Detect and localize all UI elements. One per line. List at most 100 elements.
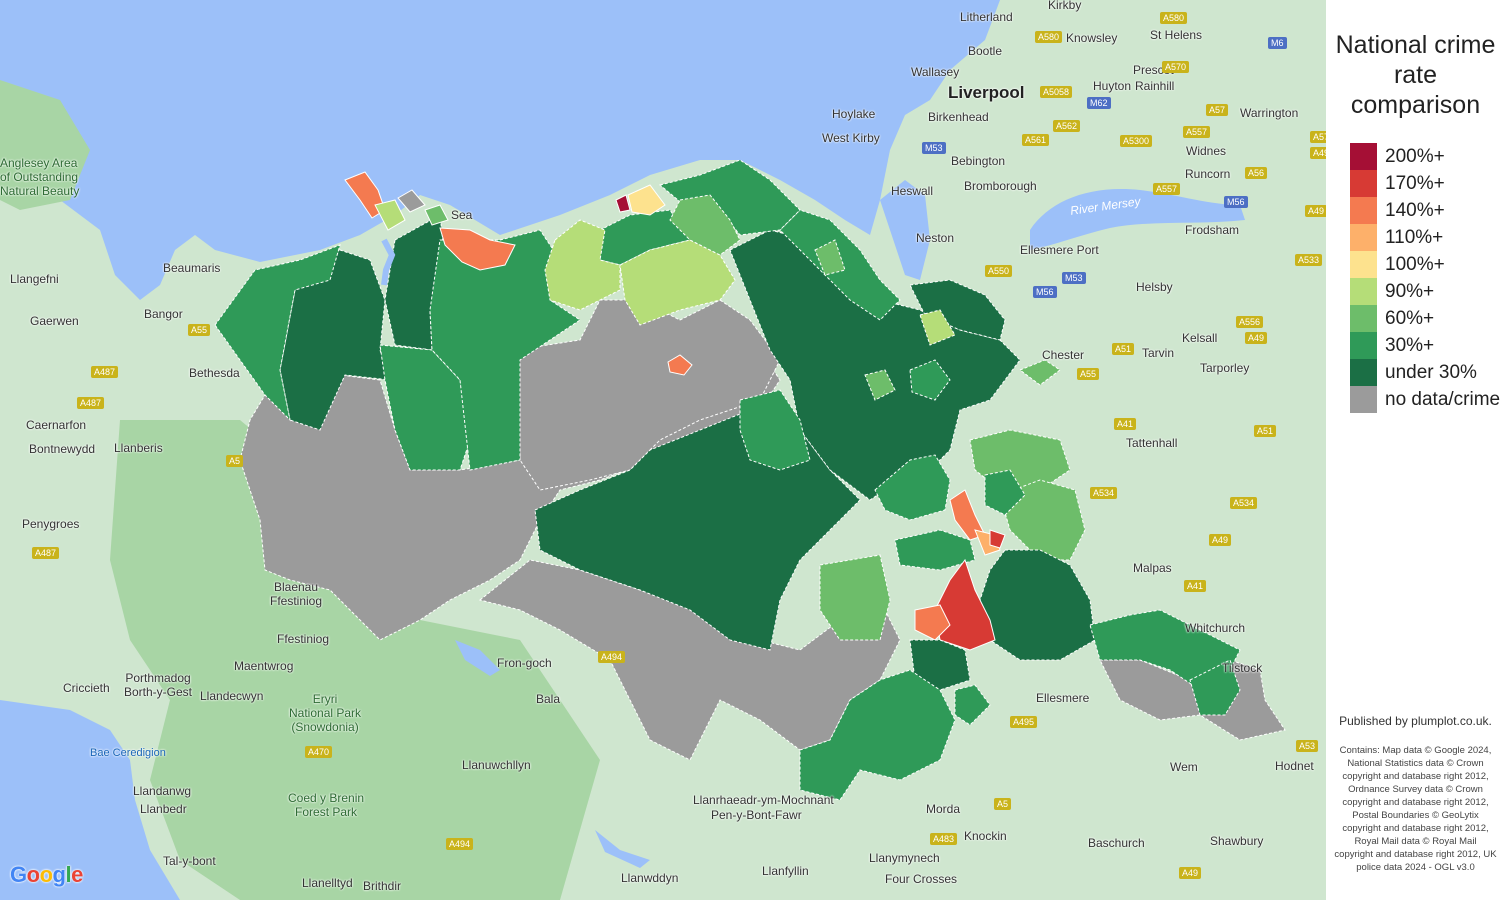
label-morda: Morda <box>926 802 961 816</box>
legend-title: National crime rate comparison <box>1335 31 1496 119</box>
road-shield: A570 <box>1162 61 1190 73</box>
label-ellesmere: Ellesmere <box>1036 691 1090 705</box>
legend-label: 200%+ <box>1385 145 1445 167</box>
road-shield: A487 <box>77 397 105 409</box>
label-malpas: Malpas <box>1133 561 1172 575</box>
road-shield: A487 <box>32 547 60 559</box>
road-shield: A49 <box>1305 205 1326 217</box>
road-shield: A53 <box>1296 740 1319 752</box>
label-bootle: Bootle <box>968 44 1003 58</box>
road-shield: A580 <box>1035 31 1063 43</box>
label-huyton: Huyton <box>1093 79 1132 93</box>
label-tattenhall: Tattenhall <box>1126 436 1178 450</box>
legend-item: 90%+ <box>1350 278 1500 305</box>
label-llanelltyd: Llanelltyd <box>302 876 353 890</box>
label-whitchurch: Whitchurch <box>1185 621 1246 635</box>
label-coed-y-brenin: Coed y Brenin Forest Park <box>288 791 365 819</box>
legend-swatch <box>1350 251 1377 278</box>
road-shield: M62 <box>1087 97 1111 109</box>
label-ffestiniog: Ffestiniog <box>277 632 330 646</box>
label-penygroes: Penygroes <box>22 517 80 531</box>
label-fron-goch: Fron-goch <box>497 656 552 670</box>
label-llanymynech: Llanymynech <box>869 851 940 865</box>
label-frodsham: Frodsham <box>1185 223 1240 237</box>
label-tilstock: Tilstock <box>1222 661 1263 675</box>
legend: 200%+ 170%+ 140%+ 110%+ 100%+ 90%+ 60%+ 30%+ und… <box>1350 143 1500 413</box>
legend-swatch <box>1350 197 1377 224</box>
road-shield: A534 <box>1090 487 1118 499</box>
google-logo: Google <box>10 862 83 887</box>
road-shield: A534 <box>1230 497 1258 509</box>
label-beaumaris: Beaumaris <box>163 261 221 275</box>
road-shield: A57 <box>1206 104 1229 116</box>
label-rainhill: Rainhill <box>1135 79 1175 93</box>
road-shield: A41 <box>1114 418 1137 430</box>
road-shield: A57 <box>1310 131 1326 143</box>
road-shield: A49 <box>1209 534 1232 546</box>
label-porthmadog: Porthmadog Borth-y-Gest <box>124 671 193 699</box>
road-shield: M6 <box>1268 37 1287 49</box>
road-shield: A483 <box>930 833 958 845</box>
legend-label: 90%+ <box>1385 280 1435 302</box>
label-warrington: Warrington <box>1240 106 1299 120</box>
legend-swatch <box>1350 359 1377 386</box>
label-bontnewydd: Bontnewydd <box>29 442 96 456</box>
road-shield: A580 <box>1160 12 1188 24</box>
label-ellesmere-port: Ellesmere Port <box>1020 243 1099 257</box>
legend-item: 140%+ <box>1350 197 1500 224</box>
label-llandecwyn: Llandecwyn <box>200 689 264 703</box>
road-shield: A41 <box>1184 580 1207 592</box>
road-shield: A487 <box>91 366 119 378</box>
road-shield: A557 <box>1183 126 1211 138</box>
road-shield: A51 <box>1254 425 1277 437</box>
legend-swatch <box>1350 305 1377 332</box>
label-hodnet: Hodnet <box>1275 759 1314 773</box>
label-criccieth: Criccieth <box>63 681 110 695</box>
label-st-helens: St Helens <box>1150 28 1203 42</box>
label-neston: Neston <box>916 231 955 245</box>
label-four-crosses: Four Crosses <box>885 872 958 886</box>
legend-label: 60%+ <box>1385 307 1435 329</box>
label-west-kirby: West Kirby <box>822 131 880 145</box>
road-shield: A5 <box>994 798 1012 810</box>
road-shield: A49 <box>1179 867 1202 879</box>
legend-swatch <box>1350 170 1377 197</box>
legend-label: no data/crime <box>1385 388 1501 410</box>
label-bala: Bala <box>536 692 561 706</box>
label-wallasey: Wallasey <box>911 65 960 79</box>
label-llanfyllin: Llanfyllin <box>762 864 809 878</box>
label-shawbury: Shawbury <box>1210 834 1264 848</box>
legend-label: 100%+ <box>1385 253 1445 275</box>
road-shield: A557 <box>1153 183 1181 195</box>
legend-label: under 30% <box>1385 361 1477 383</box>
label-gaerwen: Gaerwen <box>30 314 79 328</box>
label-llanuwchllyn: Llanuwchllyn <box>462 758 531 772</box>
label-tarporley: Tarporley <box>1200 361 1250 375</box>
label-heswall: Heswall <box>891 184 934 198</box>
label-knowsley: Knowsley <box>1066 31 1118 45</box>
label-kelsall: Kelsall <box>1182 331 1218 345</box>
road-shield: A56 <box>1245 167 1268 179</box>
label-maentwrog: Maentwrog <box>234 659 294 673</box>
legend-label: 140%+ <box>1385 199 1445 221</box>
label-litherland: Litherland <box>960 10 1013 24</box>
legend-item: no data/crime <box>1350 386 1500 413</box>
legend-item: 100%+ <box>1350 251 1500 278</box>
label-brithdir: Brithdir <box>363 879 402 893</box>
road-shield: A550 <box>985 265 1013 277</box>
label-anglesey: Anglesey Area of Outstanding Natural Bea… <box>0 156 80 198</box>
legend-swatch <box>1350 332 1377 359</box>
road-shield: A494 <box>598 651 626 663</box>
label-llanbedr: Llanbedr <box>140 802 187 816</box>
legend-item: 200%+ <box>1350 143 1500 170</box>
label-bangor: Bangor <box>144 307 183 321</box>
label-bromborough: Bromborough <box>964 179 1037 193</box>
label-helsby: Helsby <box>1136 280 1173 294</box>
label-chester: Chester <box>1042 348 1085 362</box>
map-area[interactable]: Liverpool Birkenhead Litherland Kirkby B… <box>0 0 1326 900</box>
data-credits: Contains: Map data © Google 2024, Nation… <box>1334 745 1497 873</box>
label-eryri: Eryri National Park (Snowdonia) <box>289 692 362 734</box>
road-shield: M56 <box>1224 196 1248 208</box>
label-pen-y-bont: Pen-y-Bont-Fawr <box>711 808 802 822</box>
label-llanwddyn: Llanwddyn <box>621 871 679 885</box>
